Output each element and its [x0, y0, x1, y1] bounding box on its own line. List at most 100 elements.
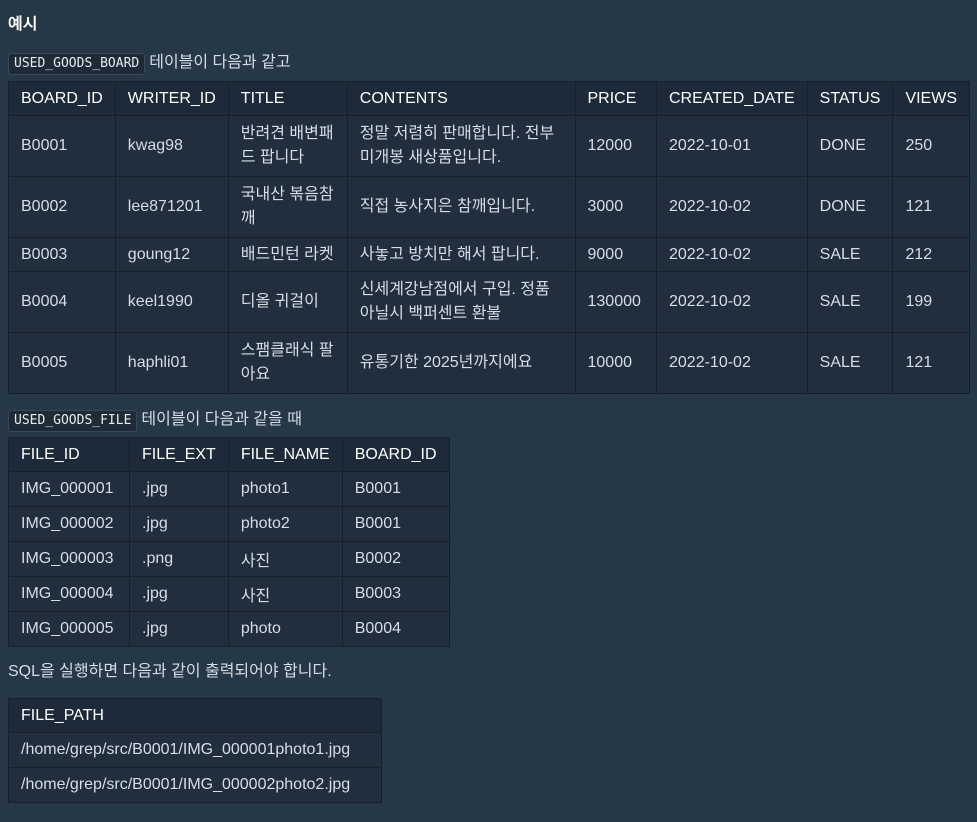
column-header: FILE_NAME: [227, 437, 343, 472]
board-table-name: USED_GOODS_BOARD: [8, 53, 146, 75]
table-cell: B0002: [8, 176, 116, 238]
table-cell: 직접 농사지은 참깨입니다.: [346, 176, 576, 238]
table-cell: DONE: [806, 115, 894, 177]
table-row: IMG_000002 .jpg photo2 B0001: [8, 506, 450, 542]
table-cell: IMG_000001: [8, 471, 130, 507]
table-cell: 사진: [227, 576, 343, 612]
column-header: FILE_ID: [8, 437, 130, 472]
table-cell: /home/grep/src/B0001/IMG_000002photo2.jp…: [8, 767, 382, 803]
column-header: WRITER_ID: [114, 81, 229, 116]
used-goods-file-table: FILE_ID FILE_EXT FILE_NAME BOARD_ID IMG_…: [8, 437, 450, 647]
table-cell: 국내산 볶음참깨: [227, 176, 348, 238]
table-cell: SALE: [806, 332, 894, 394]
table-cell: /home/grep/src/B0001/IMG_000001photo1.jp…: [8, 732, 382, 768]
table-cell: 정말 저렴히 판매합니다. 전부 미개봉 새상품입니다.: [346, 115, 576, 177]
table-cell: 2022-10-02: [656, 332, 808, 394]
column-header: BOARD_ID: [8, 81, 116, 116]
column-header: BOARD_ID: [341, 437, 450, 472]
table-cell: photo2: [227, 506, 343, 542]
table-cell: 3000: [574, 176, 657, 238]
table-row: /home/grep/src/B0001/IMG_000001photo1.jp…: [8, 732, 382, 768]
table-cell: 250: [892, 115, 970, 177]
table-row: IMG_000001 .jpg photo1 B0001: [8, 471, 450, 507]
table-cell: kwag98: [114, 115, 229, 177]
column-header: VIEWS: [892, 81, 970, 116]
table-cell: 유통기한 2025년까지에요: [346, 332, 576, 394]
table-cell: 사놓고 방치만 해서 팝니다.: [346, 237, 576, 272]
table-cell: 9000: [574, 237, 657, 272]
column-header: FILE_PATH: [8, 698, 382, 733]
table-cell: .jpg: [129, 611, 229, 647]
table-row: /home/grep/src/B0001/IMG_000002photo2.jp…: [8, 767, 382, 803]
table-cell: 199: [892, 271, 970, 333]
table-cell: 121: [892, 176, 970, 238]
table-row: IMG_000005 .jpg photo B0004: [8, 611, 450, 647]
table-cell: .jpg: [129, 506, 229, 542]
table-cell: B0004: [341, 611, 450, 647]
table-cell: 사진: [227, 541, 343, 577]
result-table: FILE_PATH /home/grep/src/B0001/IMG_00000…: [8, 698, 382, 803]
table-header-row: FILE_PATH: [8, 698, 382, 733]
table-cell: DONE: [806, 176, 894, 238]
column-header: PRICE: [574, 81, 657, 116]
table-cell: B0001: [8, 115, 116, 177]
table-cell: haphli01: [114, 332, 229, 394]
table-cell: B0002: [341, 541, 450, 577]
table-cell: 10000: [574, 332, 657, 394]
table-row: B0004 keel1990 디올 귀걸이 신세계강남점에서 구입. 정품 아닐…: [8, 271, 970, 333]
file-table-name: USED_GOODS_FILE: [8, 410, 138, 432]
table-cell: photo: [227, 611, 343, 647]
column-header: CONTENTS: [346, 81, 576, 116]
table-cell: B0005: [8, 332, 116, 394]
table-header-row: BOARD_ID WRITER_ID TITLE CONTENTS PRICE …: [8, 81, 970, 116]
table-row: B0005 haphli01 스팸클래식 팔아요 유통기한 2025년까지에요 …: [8, 332, 970, 394]
column-header: CREATED_DATE: [656, 81, 808, 116]
table-cell: B0004: [8, 271, 116, 333]
table-cell: SALE: [806, 271, 894, 333]
table-cell: 12000: [574, 115, 657, 177]
table-cell: 212: [892, 237, 970, 272]
table-cell: B0001: [341, 471, 450, 507]
table-header-row: FILE_ID FILE_EXT FILE_NAME BOARD_ID: [8, 437, 450, 472]
table-cell: 2022-10-02: [656, 176, 808, 238]
table-cell: keel1990: [114, 271, 229, 333]
table-cell: .jpg: [129, 471, 229, 507]
table-row: IMG_000004 .jpg 사진 B0003: [8, 576, 450, 612]
table-cell: 130000: [574, 271, 657, 333]
table-cell: 2022-10-02: [656, 237, 808, 272]
column-header: TITLE: [227, 81, 348, 116]
table-cell: IMG_000003: [8, 541, 130, 577]
table-cell: 반려견 배변패드 팝니다: [227, 115, 348, 177]
table-cell: IMG_000005: [8, 611, 130, 647]
table-cell: lee871201: [114, 176, 229, 238]
table-cell: photo1: [227, 471, 343, 507]
table-row: B0002 lee871201 국내산 볶음참깨 직접 농사지은 참깨입니다. …: [8, 176, 970, 238]
table-row: IMG_000003 .png 사진 B0002: [8, 541, 450, 577]
problem-example: 예시 USED_GOODS_BOARD 테이블이 다음과 같고 BOARD_ID …: [0, 0, 977, 803]
result-intro: SQL을 실행하면 다음과 같이 출력되어야 합니다.: [8, 663, 332, 680]
column-header: FILE_EXT: [129, 437, 229, 472]
board-table-intro-text: 테이블이 다음과 같고: [149, 54, 291, 71]
table-cell: 121: [892, 332, 970, 394]
table-cell: B0003: [341, 576, 450, 612]
table-cell: B0003: [8, 237, 116, 272]
table-cell: .jpg: [129, 576, 229, 612]
table-cell: B0001: [341, 506, 450, 542]
table-cell: 2022-10-02: [656, 271, 808, 333]
column-header: STATUS: [806, 81, 894, 116]
file-table-intro: USED_GOODS_FILE 테이블이 다음과 같을 때: [8, 409, 969, 432]
table-cell: 스팸클래식 팔아요: [227, 332, 348, 394]
table-row: B0001 kwag98 반려견 배변패드 팝니다 정말 저렴히 판매합니다. …: [8, 115, 970, 177]
table-cell: 배드민턴 라켓: [227, 237, 348, 272]
table-cell: SALE: [806, 237, 894, 272]
table-row: B0003 goung12 배드민턴 라켓 사놓고 방치만 해서 팝니다. 90…: [8, 237, 970, 272]
example-heading: 예시: [8, 16, 38, 33]
table-cell: IMG_000002: [8, 506, 130, 542]
table-cell: IMG_000004: [8, 576, 130, 612]
used-goods-board-table: BOARD_ID WRITER_ID TITLE CONTENTS PRICE …: [8, 81, 970, 394]
table-cell: 2022-10-01: [656, 115, 808, 177]
board-table-intro: USED_GOODS_BOARD 테이블이 다음과 같고: [8, 52, 969, 75]
table-cell: 디올 귀걸이: [227, 271, 348, 333]
table-cell: .png: [129, 541, 229, 577]
file-table-intro-text: 테이블이 다음과 같을 때: [141, 411, 302, 428]
